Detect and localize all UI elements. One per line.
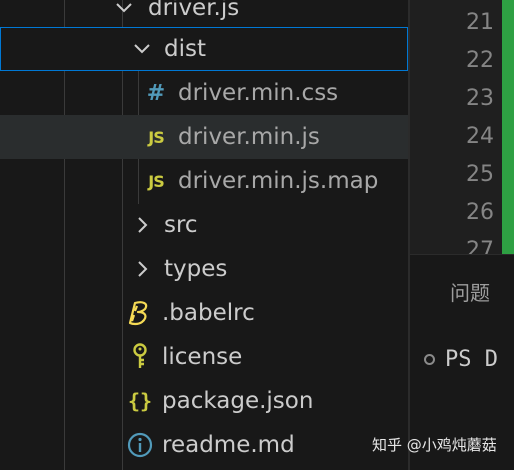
tree-item-label: package.json bbox=[162, 388, 314, 414]
chevron-down-icon bbox=[132, 39, 152, 59]
tree-item-license[interactable]: license bbox=[0, 335, 408, 379]
tree-item-label: driver.js bbox=[148, 0, 240, 21]
tree-item-package-json[interactable]: {} package.json bbox=[0, 379, 408, 423]
line-number: 23 bbox=[466, 86, 494, 111]
tree-item-dist[interactable]: dist bbox=[0, 27, 408, 71]
chevron-right-icon bbox=[132, 259, 152, 279]
js-file-icon: JS bbox=[148, 127, 164, 147]
tree-item-src[interactable]: src bbox=[0, 203, 408, 247]
tree-item-driver-min-js-map[interactable]: JS driver.min.js.map bbox=[0, 159, 408, 203]
tree-item-label: readme.md bbox=[162, 432, 295, 458]
tree-item-label: .babelrc bbox=[162, 300, 255, 326]
tree-item-readme-md[interactable]: readme.md bbox=[0, 423, 408, 467]
json-braces-icon: {} bbox=[127, 389, 153, 413]
info-icon bbox=[126, 432, 154, 458]
chevron-down-icon bbox=[114, 0, 134, 18]
line-number: 27 bbox=[466, 238, 494, 254]
tree-item-driver-min-css[interactable]: # driver.min.css bbox=[0, 71, 408, 115]
tab-problems[interactable]: 问题 bbox=[450, 277, 490, 306]
tree-item-driver-min-js[interactable]: JS driver.min.js bbox=[0, 115, 408, 159]
chevron-right-icon bbox=[132, 215, 152, 235]
tree-item-label: src bbox=[164, 212, 198, 238]
tree-item-label: dist bbox=[164, 36, 206, 62]
watermark: 知乎 @小鸡炖蘑菇 bbox=[372, 436, 497, 454]
js-file-icon: JS bbox=[148, 171, 164, 191]
tree-item-label: driver.min.js bbox=[178, 124, 320, 150]
line-number: 21 bbox=[466, 10, 494, 35]
tree-item-label: driver.min.css bbox=[178, 80, 339, 106]
editor-gutter: 21 22 23 24 25 26 27 bbox=[410, 0, 498, 254]
scroll-change-indicator bbox=[502, 0, 514, 254]
babel-icon bbox=[126, 300, 154, 326]
terminal-prompt: PS D bbox=[445, 347, 498, 372]
line-number: 26 bbox=[466, 200, 494, 225]
line-number: 24 bbox=[466, 124, 494, 149]
tree-item-babelrc[interactable]: .babelrc bbox=[0, 291, 408, 335]
tree-item-label: license bbox=[162, 344, 243, 370]
tree-item-label: driver.min.js.map bbox=[178, 168, 379, 194]
line-number: 22 bbox=[466, 48, 494, 73]
line-number: 25 bbox=[466, 162, 494, 187]
explorer-sidebar: driver.js dist # driver.min.css JS drive… bbox=[0, 0, 408, 470]
tree-item-types[interactable]: types bbox=[0, 247, 408, 291]
tree-item-label: types bbox=[164, 256, 228, 282]
terminal-status-icon bbox=[424, 354, 435, 365]
tree-item-driver-js[interactable]: driver.js bbox=[0, 0, 408, 30]
key-icon bbox=[126, 343, 154, 371]
css-file-icon: # bbox=[146, 80, 166, 106]
terminal-line[interactable]: PS D bbox=[424, 347, 498, 372]
